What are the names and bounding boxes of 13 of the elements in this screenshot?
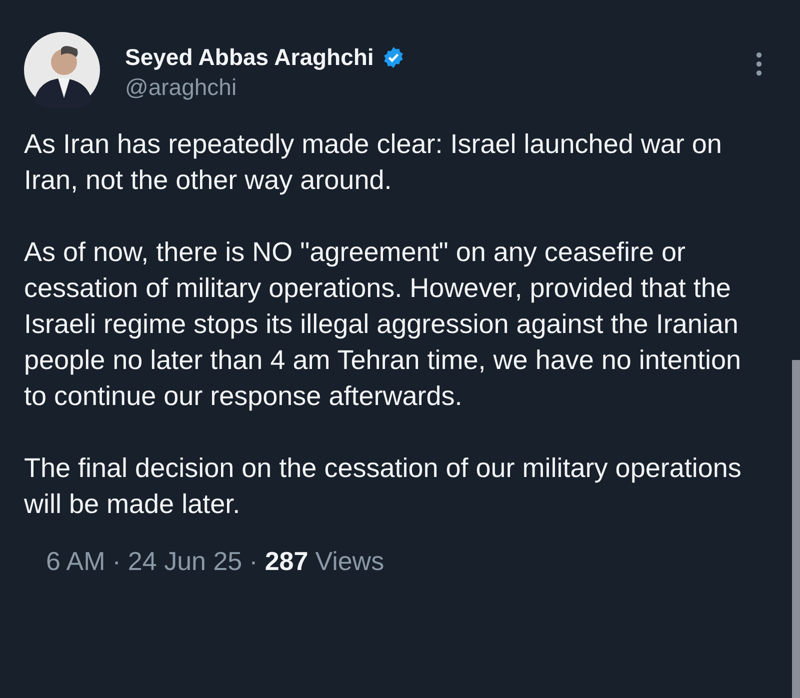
tweet-text: As of now, there is NO "agreement" on any ceasefire or cessation of military operations. However, provided that the Israeli regime stops its illegal aggression against the Iranian people no later than 4 am Tehran time, we have no intention to continue our response afterwards. xyxy=(24,236,742,413)
tweet-text: As Iran has repeatedly made clear: Israel launched war on Iran, not the other way around. xyxy=(24,128,723,197)
author-name[interactable]: Seyed Abbas Araghchi xyxy=(125,42,374,72)
separator: · xyxy=(249,545,258,578)
more-options-icon[interactable] xyxy=(756,52,762,76)
post-date[interactable]: 24 Jun 25 xyxy=(128,544,242,578)
post-time[interactable]: 6 AM xyxy=(46,544,106,578)
tweet-text: The final decision on the cessation of our military operations will be made later. xyxy=(24,452,742,521)
view-count: 287 xyxy=(264,545,308,578)
separator: · xyxy=(112,545,121,578)
scrollbar[interactable] xyxy=(792,360,800,698)
author-handle[interactable]: @araghchi xyxy=(125,72,237,102)
views-label: Views xyxy=(315,545,384,578)
